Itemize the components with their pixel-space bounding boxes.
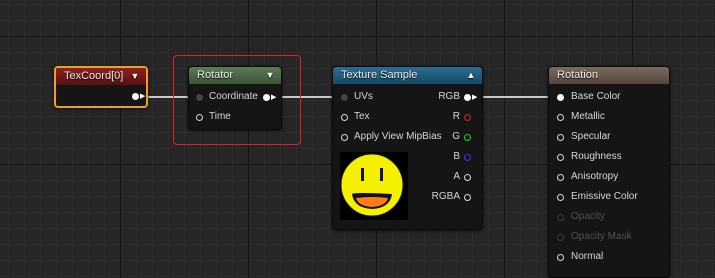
texture-sample-node[interactable]: Texture Sample ▲ UVs Tex Apply View MipB…	[332, 66, 483, 230]
texture-output-r: R	[452, 111, 460, 122]
texcoord-node[interactable]: TexCoord[0] ▼ ▶	[54, 66, 148, 108]
texture-preview-thumbnail	[340, 152, 408, 220]
rgb-output-pin[interactable]	[464, 94, 471, 101]
g-output-pin[interactable]	[464, 134, 471, 141]
texture-output-a: A	[453, 171, 460, 182]
texcoord-node-header[interactable]: TexCoord[0] ▼	[56, 68, 146, 85]
texture-output-g: G	[452, 131, 460, 142]
chevron-up-icon[interactable]: ▲	[466, 67, 476, 84]
material-input-base-color: Base Color	[571, 91, 621, 102]
mipbias-input-pin[interactable]	[341, 134, 348, 141]
opacity-input-pin	[557, 214, 564, 221]
anisotropy-input-pin[interactable]	[557, 174, 564, 181]
normal-input-pin[interactable]	[557, 254, 564, 261]
material-result-node[interactable]: Rotation Base Color Metallic Specular Ro…	[548, 66, 670, 278]
tex-input-pin[interactable]	[341, 114, 348, 121]
rgb-output-arrow-icon: ▶	[472, 94, 478, 101]
texture-input-uvs: UVs	[354, 91, 373, 102]
emissive-color-input-pin[interactable]	[557, 194, 564, 201]
material-input-emissive-color: Emissive Color	[571, 191, 638, 202]
material-input-opacity-mask: Opacity Mask	[571, 231, 632, 242]
b-output-pin[interactable]	[464, 154, 471, 161]
r-output-pin[interactable]	[464, 114, 471, 121]
material-input-roughness: Roughness	[571, 151, 622, 162]
material-input-metallic: Metallic	[571, 111, 605, 122]
uvs-input-pin[interactable]	[341, 94, 348, 101]
texture-output-rgb: RGB	[438, 91, 460, 102]
annotation-highlight-box	[173, 55, 301, 145]
rgba-output-pin[interactable]	[464, 194, 471, 201]
texture-output-rgba: RGBA	[431, 191, 460, 202]
material-result-node-header[interactable]: Rotation	[549, 67, 669, 84]
specular-input-pin[interactable]	[557, 134, 564, 141]
texture-sample-node-title: Texture Sample	[341, 69, 418, 81]
material-input-specular: Specular	[571, 131, 611, 142]
chevron-down-icon[interactable]: ▼	[130, 68, 140, 85]
base-color-input-pin[interactable]	[557, 94, 564, 101]
smiley-face-icon	[340, 153, 404, 217]
texture-sample-node-header[interactable]: Texture Sample ▲	[333, 67, 482, 84]
texcoord-output-arrow-icon: ▶	[140, 93, 146, 100]
opacity-mask-input-pin	[557, 234, 564, 241]
texture-input-apply-view-mipbias: Apply View MipBias	[354, 131, 442, 142]
roughness-input-pin[interactable]	[557, 154, 564, 161]
texture-input-tex: Tex	[354, 111, 370, 122]
metallic-input-pin[interactable]	[557, 114, 564, 121]
texture-output-b: B	[453, 151, 460, 162]
material-input-normal: Normal	[571, 251, 604, 262]
material-input-opacity: Opacity	[571, 211, 605, 222]
material-result-node-title: Rotation	[557, 69, 598, 81]
material-input-anisotropy: Anisotropy	[571, 171, 619, 182]
texcoord-node-title: TexCoord[0]	[64, 70, 124, 82]
a-output-pin[interactable]	[464, 174, 471, 181]
texcoord-output-pin[interactable]	[132, 93, 139, 100]
